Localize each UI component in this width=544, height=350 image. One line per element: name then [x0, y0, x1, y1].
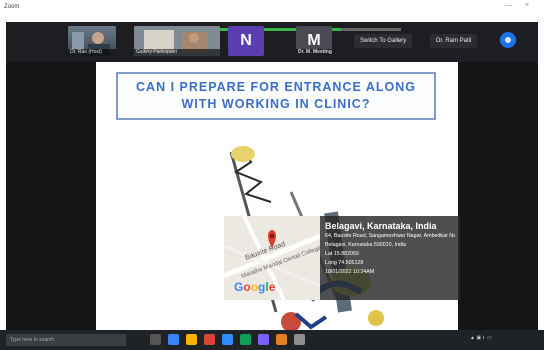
minimize-icon[interactable]: —: [505, 2, 512, 9]
window-title: Zoom: [4, 4, 20, 10]
participant-tile-1[interactable]: Dr. Rao (Host): [68, 26, 116, 56]
taskbar-search-input[interactable]: Type here to search: [6, 334, 126, 346]
app-icon-2[interactable]: [258, 334, 269, 345]
chrome-icon[interactable]: [204, 334, 215, 345]
switch-gallery-button[interactable]: Switch To Gallery: [354, 34, 413, 48]
close-icon[interactable]: ×: [525, 2, 529, 9]
participant-tile-2[interactable]: Gallery Participant: [134, 26, 220, 56]
participant-name: Dr. Rao (Host): [68, 49, 116, 56]
task-view-icon[interactable]: [150, 334, 161, 345]
file-explorer-icon[interactable]: [186, 334, 197, 345]
slide-title-line-2: WITH WORKING IN CLINIC?: [181, 97, 371, 111]
pinned-speaker-button[interactable]: Dr. Ram Patil: [430, 34, 478, 48]
participant-tile-4[interactable]: M Dr. M. Meeting: [296, 26, 332, 56]
participant-strip: Dr. Rao (Host) Gallery Participant N M D…: [6, 22, 538, 62]
app-icon-4[interactable]: [294, 334, 305, 345]
geotag-long: Long 74.505128: [325, 260, 364, 266]
record-icon[interactable]: [500, 32, 516, 48]
participant-name: Dr. M. Meeting: [296, 49, 332, 56]
system-tray[interactable]: ▲ ▣ ◐ ▭: [470, 335, 492, 341]
geotag-address-1: 64, Bauxite Road, Sangameshwar Nagar, Am…: [325, 233, 455, 239]
zoom-icon[interactable]: [222, 334, 233, 345]
participant-name: Gallery Participant: [134, 49, 220, 56]
geotag-datetime: 18/01/2022 10:24AM: [325, 269, 375, 275]
participant-tile-3[interactable]: N: [228, 26, 264, 56]
participant-initial: N: [240, 32, 252, 49]
geotag-address-2: Belagavi, Karnataka 590010, India: [325, 242, 406, 248]
participant-initial: M: [307, 32, 321, 49]
slide-title: CAN I PREPARE FOR ENTRANCE ALONG WITH WO…: [116, 72, 436, 120]
app-icon-3[interactable]: [276, 334, 287, 345]
geotag-info-panel: Belagavi, Karnataka, India 64, Bauxite R…: [320, 216, 460, 300]
geotag-city: Belagavi, Karnataka, India: [325, 221, 437, 231]
app-icon[interactable]: [240, 334, 251, 345]
edge-icon[interactable]: [168, 334, 179, 345]
windows-taskbar: Type here to search ▲ ▣ ◐ ▭: [0, 330, 544, 350]
slide-title-line-1: CAN I PREPARE FOR ENTRANCE ALONG: [136, 80, 416, 94]
map-thumbnail: Bauxite Road Maratha Mandal Dental Colle…: [224, 216, 320, 300]
google-logo: Google: [234, 280, 276, 294]
strip-divider: [341, 28, 401, 31]
geotag-lat: Lat 15.882059: [325, 251, 359, 257]
